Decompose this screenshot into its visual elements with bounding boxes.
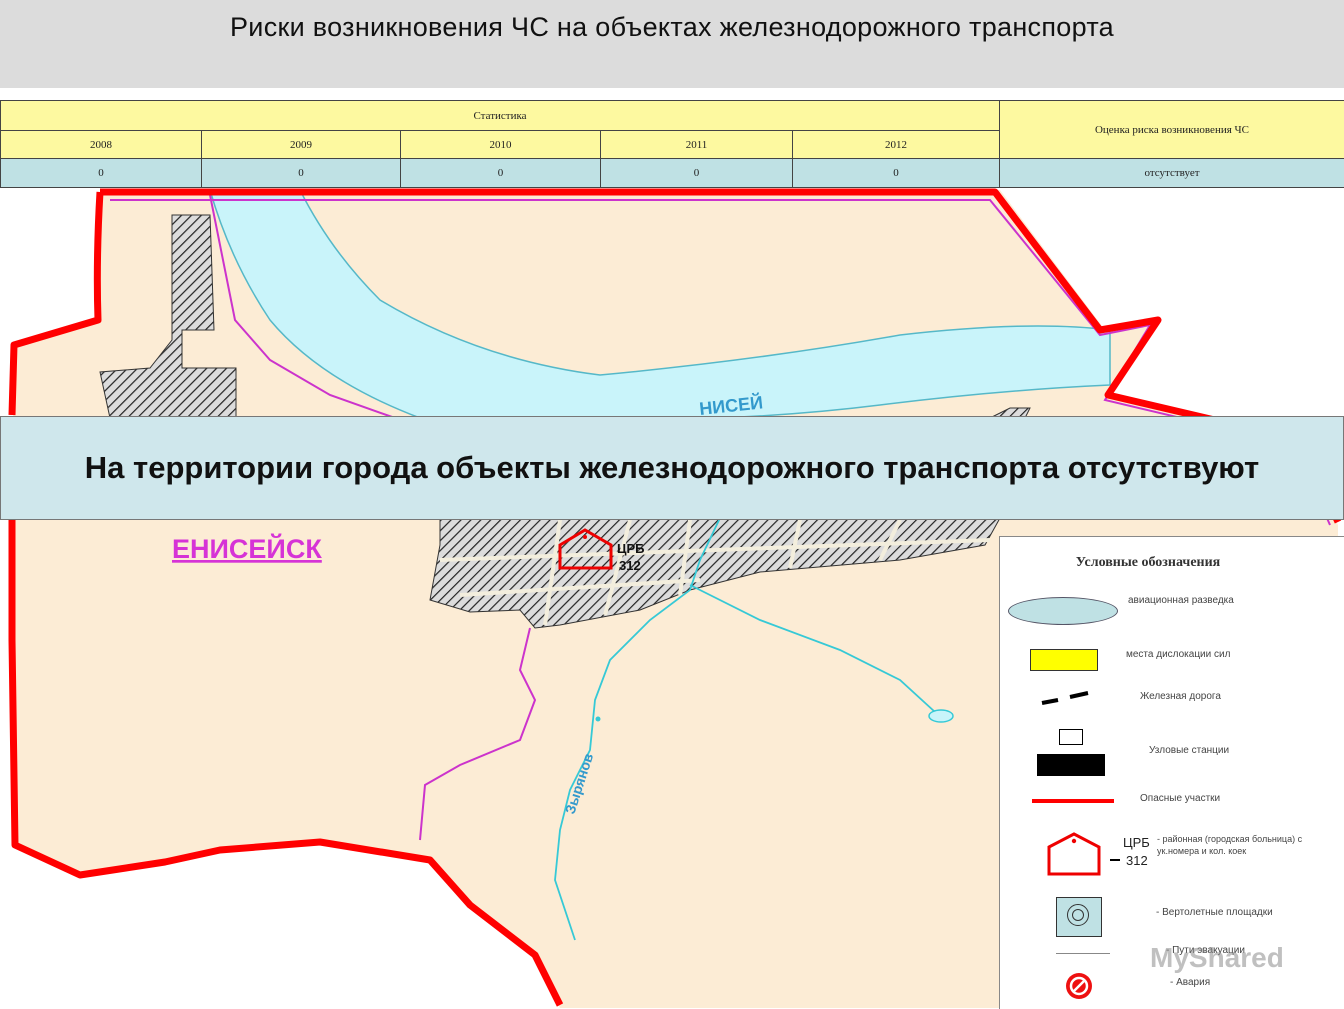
statistics-table: Статистика Оценка риска возникновения ЧС… [0,100,1344,188]
aviation-reconnaissance-symbol [1008,597,1118,625]
hospital-beds: 312 [619,558,641,573]
map-legend: Условные обозначения авиационная разведк… [999,536,1344,1009]
legend-title: Условные обозначения [1000,555,1296,571]
station-symbol-small [1059,729,1083,745]
stream-source [596,717,601,722]
legend-forces-label: места дислокации сил [1126,649,1230,660]
info-banner: На территории города объекты железнодоро… [0,416,1344,520]
year-cell: 2010 [401,131,601,159]
year-cell: 2009 [202,131,401,159]
station-symbol-large [1037,754,1105,776]
city-label: ЕНИСЕЙСК [172,533,322,564]
banner-text: На территории города объекты железнодоро… [52,447,1292,489]
hospital-label: ЦРБ [617,541,645,556]
legend-aviation-label: авиационная разведка [1128,595,1234,606]
legend-hospital-desc: - районная (городская больница) с ук.ном… [1157,833,1317,857]
forces-deployment-symbol [1030,649,1098,671]
year-cell: 2012 [793,131,1000,159]
railway-symbol [1040,687,1092,707]
lake [929,710,953,722]
page-title: Риски возникновения ЧС на объектах желез… [0,12,1344,43]
year-cell: 2011 [601,131,793,159]
risk-value-cell: отсутствует [1000,159,1344,188]
accident-icon [1064,971,1094,1001]
risk-header: Оценка риска возникновения ЧС [1000,101,1344,159]
legend-railway-label: Железная дорога [1140,691,1221,702]
title-bar: Риски возникновения ЧС на объектах желез… [0,0,1344,88]
evacuation-symbol [1056,953,1110,954]
hospital-legend-symbol [1046,831,1102,877]
legend-hospital-num: 312 [1126,853,1148,868]
year-cell: 2008 [1,131,202,159]
statistics-header: Статистика [1,101,1000,131]
value-cell: 0 [1,159,202,188]
hospital-dash [1110,859,1120,861]
value-cell: 0 [601,159,793,188]
value-cell: 0 [401,159,601,188]
legend-stations-label: Узловые станции [1149,745,1229,756]
heliport-ring-inner [1072,909,1084,921]
danger-symbol [1032,799,1114,803]
legend-heliport-label: - Вертолетные площадки [1156,907,1273,918]
legend-hospital-abbr: ЦРБ [1123,835,1150,850]
value-cell: 0 [793,159,1000,188]
legend-danger-label: Опасные участки [1140,793,1220,804]
watermark-logo: MyShared [1150,942,1320,982]
value-cell: 0 [202,159,401,188]
